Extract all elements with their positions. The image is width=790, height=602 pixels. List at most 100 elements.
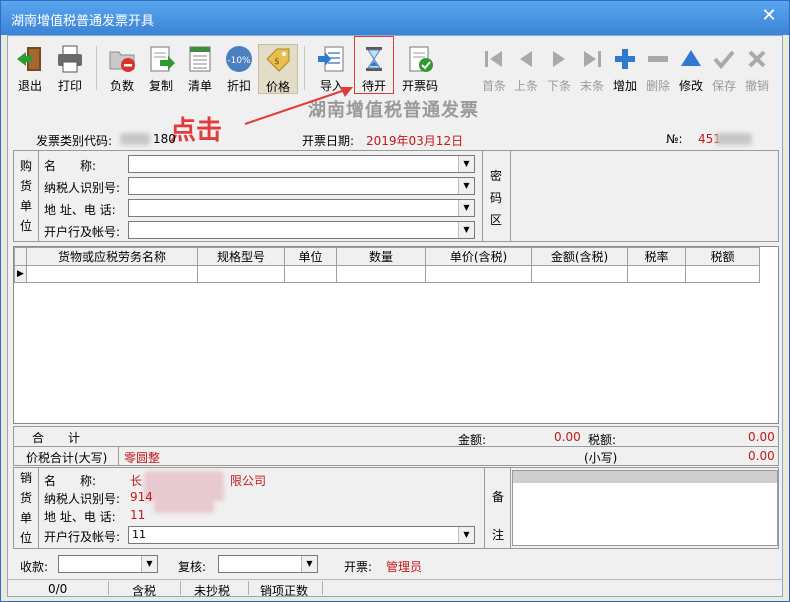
table-cell[interactable]: [26, 265, 198, 283]
table-cell[interactable]: [425, 265, 532, 283]
qrcode-label: 开票码: [401, 79, 438, 93]
buyer-address-label: 地 址、电 话:: [44, 203, 116, 217]
payee-combo[interactable]: ▼: [58, 555, 158, 573]
list-button[interactable]: 清单: [180, 44, 220, 94]
lower-total-label: (小写): [584, 451, 618, 465]
seller-taxid-value: 914: [130, 490, 153, 504]
seller-bank-combo[interactable]: 11 ▼: [128, 526, 475, 544]
chevron-down-icon[interactable]: ▼: [458, 222, 474, 238]
exit-label: 退出: [17, 79, 42, 93]
cipher-area-label: 密码区: [489, 169, 502, 227]
seller-bank-value: 11: [132, 528, 146, 541]
client-area: 退出 打印 负数 复制 清单 -10% 折扣 $ 价格 导入 待开 开票码 首条…: [7, 35, 783, 598]
list-table-icon: [189, 46, 211, 72]
toolbar: 退出 打印 负数 复制 清单 -10% 折扣 $ 价格 导入 待开 开票码 首条…: [8, 36, 782, 94]
seller-bank-label: 开户行及帐号:: [44, 530, 121, 544]
column-header: 单价(含税): [425, 247, 532, 266]
close-icon[interactable]: ✕: [757, 5, 781, 27]
buyer-taxid-combo[interactable]: ▼: [128, 177, 475, 195]
status-divider: [322, 581, 323, 595]
exit-button[interactable]: 退出: [10, 44, 50, 94]
table-cell[interactable]: [685, 265, 760, 283]
chevron-down-icon[interactable]: ▼: [458, 527, 474, 543]
toolbar-divider: [96, 46, 97, 90]
buyer-section: 购货单位 名 称: ▼ 纳税人识别号: ▼ 地 址、电 话: ▼ 开户行及帐号:…: [13, 150, 779, 242]
sum-label: 合 计: [32, 431, 81, 445]
negative-button[interactable]: 负数: [102, 44, 142, 94]
copy-button[interactable]: 复制: [141, 44, 181, 94]
status-divider: [180, 581, 181, 595]
reviewer-combo[interactable]: ▼: [218, 555, 318, 573]
qrcode-button[interactable]: 开票码: [398, 44, 442, 94]
chevron-down-icon[interactable]: ▼: [458, 178, 474, 194]
svg-text:-10%: -10%: [227, 56, 251, 66]
print-button[interactable]: 打印: [50, 44, 90, 94]
negative-label: 负数: [109, 79, 134, 93]
printer-icon: [58, 45, 82, 73]
buyer-taxid-label: 纳税人识别号:: [44, 181, 121, 195]
seller-name-label: 名 称:: [44, 474, 97, 488]
upper-total-value: 零圆整: [124, 451, 161, 465]
redacted-code: [120, 133, 150, 145]
cross-icon: [748, 50, 766, 68]
date-label: 开票日期:: [302, 134, 355, 148]
status-divider: [248, 581, 249, 595]
price-tag-icon: $: [266, 48, 290, 72]
table-cell[interactable]: [284, 265, 337, 283]
folder-minus-icon: [109, 51, 135, 72]
triangle-edit-icon: [681, 50, 701, 66]
tax-mode: 含税: [132, 584, 157, 598]
remarks-field[interactable]: [512, 470, 778, 546]
buyer-name-combo[interactable]: ▼: [128, 155, 475, 173]
copy-status: 未抄税: [194, 584, 231, 598]
seller-section: 销货单位 名 称: 长 限公司 纳税人识别号: 914 地 址、电 话: 11 …: [13, 467, 779, 549]
date-value: 2019年03月12日: [366, 134, 464, 148]
undo-label: 撤销: [744, 79, 769, 93]
chevron-down-icon[interactable]: ▼: [458, 200, 474, 216]
invoice-check-icon: [409, 46, 433, 72]
type-code-value: 180: [153, 132, 176, 146]
table-cell[interactable]: [197, 265, 285, 283]
invoice-kind: 销项正数: [260, 584, 309, 598]
column-header: 规格型号: [197, 247, 285, 266]
row-marker-icon: ▶: [14, 265, 27, 283]
column-header: 货物或应税劳务名称: [26, 247, 198, 266]
payee-label: 收款:: [20, 560, 49, 574]
discount-badge-icon: -10%: [226, 46, 252, 72]
tax-value: 0.00: [748, 430, 775, 444]
check-icon: [713, 50, 735, 70]
buyer-address-combo[interactable]: ▼: [128, 199, 475, 217]
items-grid[interactable]: 货物或应税劳务名称 规格型号 单位 数量 单价(含税) 金额(含税) 税率 税额…: [13, 246, 779, 424]
upper-total-label: 价税合计(大写): [26, 451, 108, 465]
chevron-down-icon[interactable]: ▼: [141, 556, 157, 572]
seller-taxid-label: 纳税人识别号:: [44, 492, 121, 506]
buyer-name-label: 名 称:: [44, 159, 97, 173]
seller-address-value: 11: [130, 508, 146, 522]
status-divider: [108, 581, 109, 595]
record-count: 0/0: [48, 582, 68, 596]
buyer-bank-label: 开户行及帐号:: [44, 225, 121, 239]
buyer-bank-combo[interactable]: ▼: [128, 221, 475, 239]
column-header: 税率: [627, 247, 686, 266]
first-record-icon: [485, 51, 502, 67]
buyer-section-title: 购货单位: [19, 159, 32, 233]
print-label: 打印: [57, 79, 82, 93]
seller-name-start: 长: [130, 474, 143, 488]
lower-total-value: 0.00: [748, 449, 775, 463]
svg-text:$: $: [274, 57, 280, 67]
table-row[interactable]: ▶: [14, 265, 760, 283]
status-bar: 0/0 含税 未抄税 销项正数: [8, 579, 782, 598]
undo-button[interactable]: 撤销: [737, 44, 777, 94]
table-cell[interactable]: [531, 265, 628, 283]
redacted-number: [716, 133, 752, 145]
import-icon: [318, 46, 344, 72]
table-cell[interactable]: [336, 265, 426, 283]
column-header: 单位: [284, 247, 337, 266]
issuer-value: 管理员: [386, 560, 423, 574]
row-selector-header: [14, 247, 27, 266]
redacted-seller-taxid: [154, 489, 214, 513]
next-record-icon: [553, 51, 565, 67]
chevron-down-icon[interactable]: ▼: [458, 156, 474, 172]
chevron-down-icon[interactable]: ▼: [301, 556, 317, 572]
table-cell[interactable]: [627, 265, 686, 283]
